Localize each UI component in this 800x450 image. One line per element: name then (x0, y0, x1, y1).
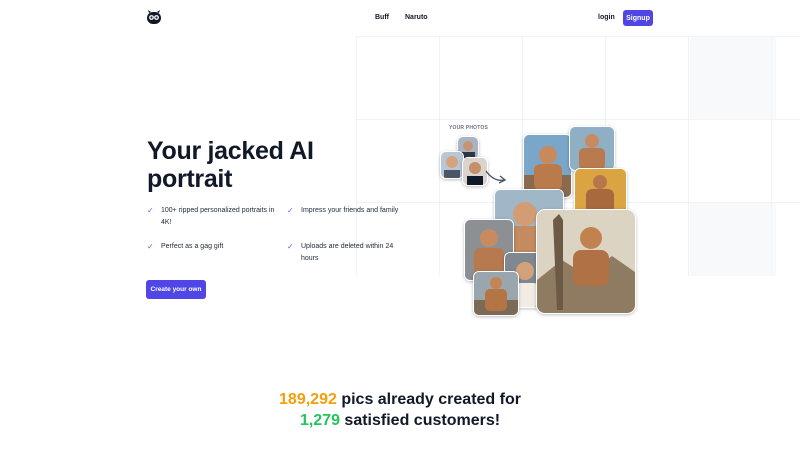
check-icon: ✓ (287, 242, 294, 251)
pics-text: pics already created for (336, 391, 521, 408)
customers-count: 1,279 (299, 412, 340, 429)
curved-arrow-icon (485, 170, 507, 184)
generated-portrait (574, 168, 627, 214)
check-icon: ✓ (147, 206, 154, 215)
hero-title: Your jacked AI portrait (147, 137, 314, 193)
check-icon: ✓ (287, 206, 294, 215)
signup-button[interactable]: Signup (623, 10, 653, 26)
grid-cell-highlight (690, 203, 776, 276)
generated-portrait-large (536, 209, 636, 314)
your-photos-label: YOUR PHOTOS (449, 125, 489, 131)
login-link[interactable]: login (598, 14, 615, 21)
customers-text: satisfied customers! (339, 412, 501, 429)
stats-line-pics: 189,292 pics already created for (0, 391, 800, 409)
create-your-own-button[interactable]: Create your own (146, 280, 206, 299)
check-icon: ✓ (147, 242, 154, 251)
feature-text: Impress your friends and family (301, 207, 399, 214)
nav-link-buff[interactable]: Buff (375, 14, 389, 21)
generated-portrait (569, 126, 615, 171)
owl-logo-icon[interactable] (146, 9, 162, 25)
generated-portrait (473, 271, 519, 316)
feature-text: Uploads are deleted within 24 hours (301, 243, 394, 262)
pics-count: 189,292 (279, 391, 337, 408)
feature-text: 100+ ripped personalized portraits in 4K… (161, 207, 275, 226)
grid-cell-highlight (690, 36, 776, 120)
nav-link-naruto[interactable]: Naruto (405, 14, 428, 21)
stats-line-customers: 1,279 satisfied customers! (0, 412, 800, 430)
feature-text: Perfect as a gag gift (161, 243, 224, 250)
input-photo (440, 151, 464, 179)
